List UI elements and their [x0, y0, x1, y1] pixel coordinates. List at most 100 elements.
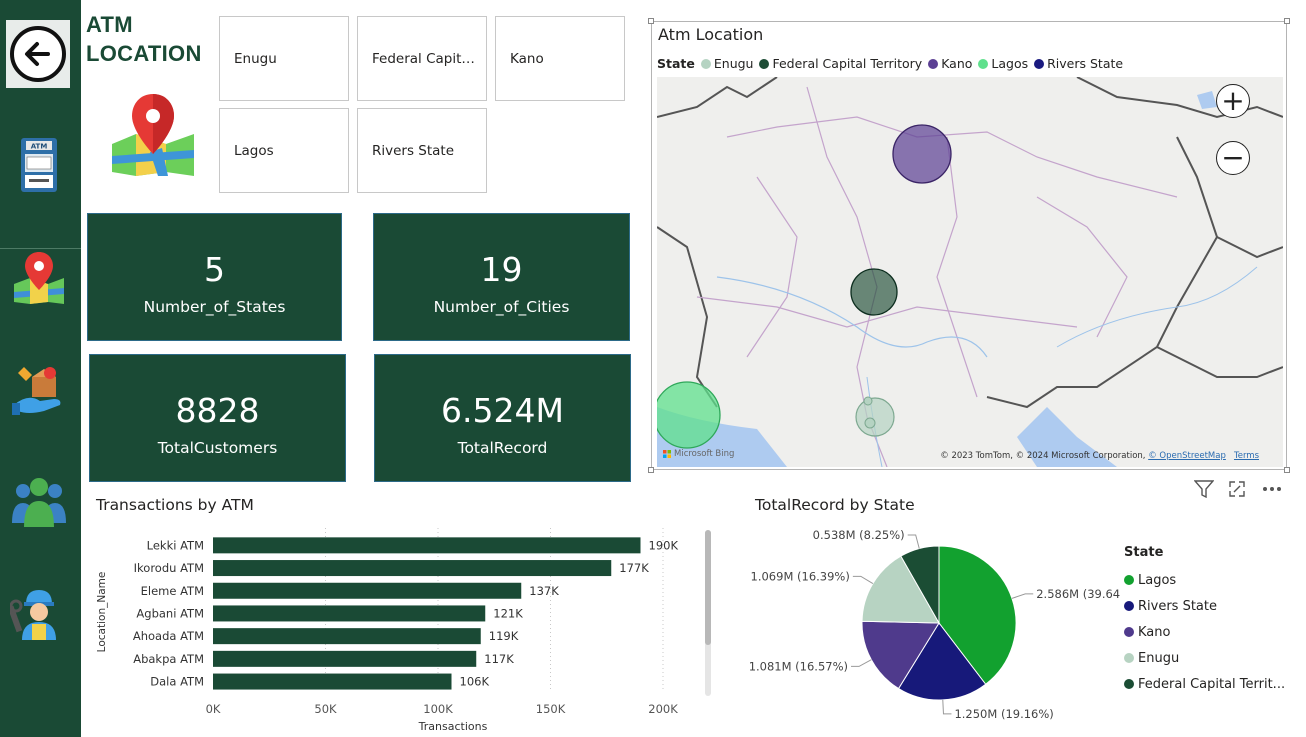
- scrollbar-thumb[interactable]: [705, 530, 711, 645]
- minus-icon: −: [1221, 141, 1245, 174]
- map-legend-item[interactable]: Enugu: [700, 56, 753, 71]
- bar[interactable]: [213, 605, 486, 622]
- data-label: 177K: [619, 561, 649, 575]
- map-base-layer: [657, 77, 1283, 467]
- bing-label: Microsoft Bing: [674, 449, 735, 459]
- resize-handle[interactable]: [648, 467, 654, 473]
- page-title-line1: ATM: [86, 12, 133, 37]
- slicer-tile-label: Federal Capital Territory: [372, 50, 476, 67]
- x-tick-label: 0K: [206, 702, 221, 716]
- data-label: 190K: [649, 538, 679, 552]
- slicer-tile-fct[interactable]: Federal Capital Territory: [357, 16, 487, 101]
- pie-legend-title: State: [1124, 545, 1164, 560]
- resize-handle[interactable]: [648, 18, 654, 24]
- y-axis-label: Location_Name: [96, 572, 108, 653]
- legend-dot: [978, 58, 989, 69]
- atm-location-map-visual[interactable]: Atm Location State Enugu Federal Capital…: [648, 18, 1290, 473]
- kpi-label: TotalRecord: [457, 439, 548, 457]
- map-legend-item[interactable]: Lagos: [978, 56, 1028, 71]
- technician-icon[interactable]: [8, 582, 70, 644]
- x-axis-label: Transactions: [418, 720, 488, 733]
- kpi-card-records[interactable]: 6.524M TotalRecord: [374, 354, 631, 482]
- slicer-tile-enugu[interactable]: Enugu: [219, 16, 349, 101]
- legend-dot: [1124, 575, 1134, 585]
- map-legend-item[interactable]: Kano: [928, 56, 972, 71]
- filter-icon[interactable]: [1192, 478, 1216, 500]
- maintenance-box-icon[interactable]: [8, 360, 70, 422]
- bar[interactable]: [213, 582, 522, 599]
- back-button[interactable]: [6, 20, 70, 88]
- enugu-bubble[interactable]: [855, 397, 895, 437]
- bar[interactable]: [213, 628, 481, 645]
- atm-machine-icon[interactable]: ATM: [8, 134, 70, 196]
- legend-dot: [1124, 679, 1134, 689]
- x-tick-label: 100K: [423, 702, 453, 716]
- customers-group-icon[interactable]: [8, 470, 70, 532]
- attribution-text: © 2023 TomTom, © 2024 Microsoft Corporat…: [940, 451, 1146, 461]
- bar-chart-scrollbar[interactable]: [705, 530, 711, 696]
- kpi-card-states[interactable]: 5 Number_of_States: [87, 213, 342, 341]
- kpi-value: 19: [480, 250, 523, 289]
- kpi-label: TotalCustomers: [157, 439, 278, 457]
- category-label: Ikorodu ATM: [134, 561, 204, 575]
- kpi-label: Number_of_Cities: [433, 298, 570, 316]
- zoom-out-button[interactable]: −: [1216, 141, 1250, 175]
- map-legend-item[interactable]: Rivers State: [1034, 56, 1123, 71]
- legend-label: Federal Capital Territory: [772, 56, 923, 71]
- bar[interactable]: [213, 650, 477, 667]
- pie-legend-item[interactable]: Lagos: [1124, 567, 1285, 593]
- bar[interactable]: [213, 673, 452, 690]
- kpi-card-cities[interactable]: 19 Number_of_Cities: [373, 213, 630, 341]
- slicer-tile-label: Lagos: [234, 142, 274, 159]
- more-options-icon[interactable]: [1260, 478, 1284, 500]
- pie-legend-item[interactable]: Enugu: [1124, 645, 1285, 671]
- slicer-tile-lagos[interactable]: Lagos: [219, 108, 349, 193]
- slicer-tile-kano[interactable]: Kano: [495, 16, 625, 101]
- data-label: 137K: [529, 584, 559, 598]
- legend-dot: [700, 58, 711, 69]
- category-label: Agbani ATM: [136, 606, 204, 620]
- data-label: 106K: [460, 675, 490, 689]
- transactions-bar-chart[interactable]: 0K 50K 100K 150K 200K Lekki ATM 190K Ikorodu AT…: [90, 520, 710, 735]
- map-legend-item[interactable]: Federal Capital Territory: [759, 56, 922, 71]
- legend-label: Federal Capital Territ...: [1138, 676, 1286, 692]
- pie-chart-title: TotalRecord by State: [755, 496, 915, 514]
- leader-line: [942, 699, 952, 715]
- zoom-in-button[interactable]: +: [1216, 84, 1250, 118]
- bar[interactable]: [213, 537, 641, 554]
- pie-legend-item[interactable]: Kano: [1124, 619, 1285, 645]
- kpi-card-customers[interactable]: 8828 TotalCustomers: [89, 354, 346, 482]
- category-label: Ahoada ATM: [133, 629, 204, 643]
- terms-link[interactable]: Terms: [1234, 451, 1259, 461]
- pie-legend-item[interactable]: Rivers State: [1124, 593, 1285, 619]
- x-tick-label: 200K: [648, 702, 678, 716]
- lagos-bubble[interactable]: [657, 381, 721, 449]
- legend-dot: [928, 58, 939, 69]
- leader-line: [1011, 593, 1034, 599]
- pie-data-label: 2.586M (39.64%): [1036, 587, 1120, 601]
- slicer-tile-label: Enugu: [234, 50, 277, 67]
- category-label: Dala ATM: [150, 675, 204, 689]
- fct-bubble[interactable]: [850, 268, 898, 316]
- page-title-line2: LOCATION: [86, 41, 202, 66]
- kano-bubble[interactable]: [892, 124, 952, 184]
- osm-link[interactable]: © OpenStreetMap: [1148, 451, 1226, 461]
- kpi-value: 6.524M: [441, 391, 564, 430]
- enugu-city-bubble[interactable]: [864, 417, 876, 429]
- pie-legend-item[interactable]: Federal Capital Territ...: [1124, 671, 1285, 697]
- legend-dot: [759, 58, 770, 69]
- map-pin-icon[interactable]: [8, 246, 70, 308]
- x-tick-label: 150K: [536, 702, 566, 716]
- legend-label: Rivers State: [1138, 598, 1217, 614]
- enugu-city-bubble[interactable]: [863, 396, 873, 406]
- bar[interactable]: [213, 560, 612, 577]
- kpi-label: Number_of_States: [143, 298, 286, 316]
- bing-attribution: Microsoft Bing: [663, 449, 734, 459]
- map-canvas[interactable]: + − Microsoft Bing © 2023 TomTom, © 2024…: [657, 77, 1283, 467]
- map-attribution: © 2023 TomTom, © 2024 Microsoft Corporat…: [940, 451, 1259, 461]
- focus-mode-icon[interactable]: [1225, 478, 1249, 500]
- slicer-tile-rivers[interactable]: Rivers State: [357, 108, 487, 193]
- resize-handle[interactable]: [1284, 18, 1290, 24]
- resize-handle[interactable]: [1284, 467, 1290, 473]
- totalrecord-pie-chart[interactable]: 2.586M (39.64%) 1.250M (19.16%) 1.081M (16…: [740, 520, 1120, 730]
